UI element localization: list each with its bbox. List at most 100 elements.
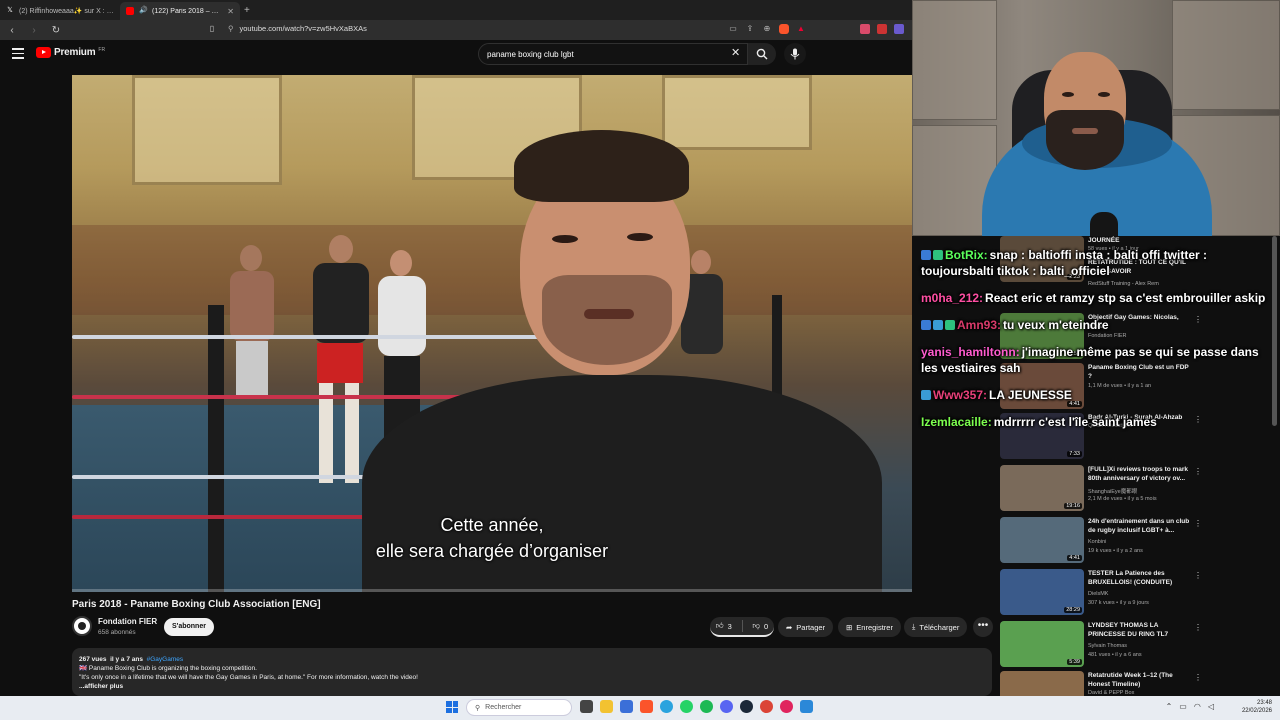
- brave-shield-icon[interactable]: [779, 24, 789, 34]
- more-actions-button[interactable]: •••: [973, 617, 993, 637]
- recommendation-title[interactable]: Retatrutide Week 1–12 (The Honest Timeli…: [1088, 671, 1193, 689]
- rewards-icon[interactable]: ▲: [796, 24, 806, 34]
- recommendation-title[interactable]: JOURNÉE: [1088, 236, 1193, 245]
- network-icon[interactable]: ▭: [1179, 702, 1187, 711]
- chat-badge-icon: [921, 250, 931, 260]
- video-thumbnail[interactable]: 5:39: [1000, 621, 1084, 667]
- chevron-up-icon[interactable]: ⌃: [1166, 702, 1173, 711]
- chat-message: BotRix: snap : baltioffi insta : balti of…: [918, 247, 1268, 279]
- channel-avatar[interactable]: [72, 616, 92, 636]
- task-view-icon[interactable]: [580, 700, 593, 713]
- browser-tab-active[interactable]: 🔊 (122) Paris 2018 – Paname Bo ✕: [120, 2, 240, 20]
- search-query: paname boxing club lgbt: [487, 49, 574, 59]
- volume-icon[interactable]: ◁: [1208, 702, 1214, 711]
- streamer-eye: [1062, 92, 1074, 97]
- hamburger-menu-icon[interactable]: [12, 48, 24, 60]
- site-info-icon[interactable]: ⚲: [228, 24, 234, 33]
- folder-icon[interactable]: [620, 700, 633, 713]
- share-label: Partager: [796, 622, 826, 632]
- recommendation-title[interactable]: TESTER La Patience des BRUXELLOIS! (COND…: [1088, 569, 1193, 587]
- steam-icon[interactable]: [740, 700, 753, 713]
- sidebar-scrollbar[interactable]: [1272, 236, 1277, 426]
- forward-button[interactable]: ›: [28, 25, 40, 36]
- video-thumbnail[interactable]: 4:41: [1000, 517, 1084, 563]
- reload-button[interactable]: ↻: [50, 25, 62, 36]
- speaker-icon[interactable]: 🔊: [139, 7, 148, 15]
- recommendation-channel: ShanghaiEye魔都眼: [1088, 489, 1138, 495]
- back-button[interactable]: ‹: [6, 25, 18, 36]
- show-more-link[interactable]: ...afficher plus: [79, 682, 985, 691]
- like-button[interactable]: 👍︎ 3: [710, 621, 738, 631]
- system-clock[interactable]: 23:48 22/02/2026: [1242, 699, 1272, 715]
- youtube-logo[interactable]: Premium FR: [36, 47, 105, 58]
- share-icon[interactable]: ⇪: [745, 24, 755, 34]
- recommendation-channel: Konbini: [1088, 539, 1107, 545]
- spotify-icon[interactable]: [700, 700, 713, 713]
- record-app-icon[interactable]: [780, 700, 793, 713]
- download-button[interactable]: ⤓ Télécharger: [904, 617, 968, 637]
- progress-bar[interactable]: [72, 589, 912, 592]
- save-button[interactable]: ⊞ Enregistrer: [838, 617, 901, 637]
- description-box[interactable]: 267 vues il y a 7 ans #GayGames 🇬🇧 Panam…: [72, 648, 992, 696]
- chat-username: yanis_hamiltonn:: [921, 345, 1020, 359]
- zoom-icon[interactable]: ⊕: [762, 24, 772, 34]
- speaker-hair: [514, 130, 689, 202]
- taskbar-search[interactable]: ⚲ Rechercher: [466, 699, 572, 716]
- search-button[interactable]: [748, 43, 776, 65]
- close-tab-icon[interactable]: ✕: [227, 7, 234, 16]
- extension-icon[interactable]: [860, 24, 870, 34]
- taskbar-search-placeholder: Rechercher: [485, 704, 522, 711]
- chat-badge-icon: [933, 250, 943, 260]
- extension-icon[interactable]: [877, 24, 887, 34]
- app-icon[interactable]: [800, 700, 813, 713]
- file-explorer-icon[interactable]: [600, 700, 613, 713]
- duration-badge: 4:41: [1067, 555, 1082, 561]
- chat-badge-icon: [933, 320, 943, 330]
- new-tab-button[interactable]: +: [244, 2, 250, 20]
- voice-search-button[interactable]: [784, 43, 806, 65]
- windows-start-icon[interactable]: [446, 701, 458, 713]
- item-menu-icon[interactable]: ⋮: [1194, 467, 1202, 476]
- video-thumbnail[interactable]: 19:16: [1000, 465, 1084, 511]
- chrome-icon[interactable]: [760, 700, 773, 713]
- item-menu-icon[interactable]: ⋮: [1194, 623, 1202, 632]
- video-thumbnail[interactable]: 28:29: [1000, 569, 1084, 615]
- address-field[interactable]: ⚲ youtube.com/watch?v=zw5HvXaBXAs: [228, 24, 367, 33]
- recommendation-item[interactable]: 28:29 TESTER La Patience des BRUXELLOIS!…: [1000, 569, 1270, 615]
- bookmark-icon[interactable]: ▯: [206, 24, 218, 33]
- recommendation-title[interactable]: 24h d'entrainement dans un club de rugby…: [1088, 517, 1193, 535]
- extension-icon[interactable]: [894, 24, 904, 34]
- dislike-button[interactable]: 👎︎ 0: [747, 621, 775, 631]
- item-menu-icon[interactable]: ⋮: [1194, 571, 1202, 580]
- share-button[interactable]: ➦ Partager: [778, 617, 834, 637]
- search-input[interactable]: paname boxing club lgbt: [478, 43, 748, 65]
- recommendation-title[interactable]: [FULL]Xi reviews troops to mark 80th ann…: [1088, 465, 1193, 483]
- recommendation-item[interactable]: Retatrutide Week 1–12 (The Honest Timeli…: [1000, 671, 1270, 696]
- thumbs-down-icon: 👎︎: [752, 621, 760, 630]
- recommendation-item[interactable]: 19:16 [FULL]Xi reviews troops to mark 80…: [1000, 465, 1270, 511]
- recommendation-item[interactable]: 4:41 24h d'entrainement dans un club de …: [1000, 517, 1270, 563]
- hashtag-link[interactable]: #GayGames: [147, 656, 184, 663]
- channel-name[interactable]: Fondation FIER: [98, 617, 157, 626]
- chat-message: m0ha_212: React eric et ramzy stp sa c'es…: [918, 290, 1268, 306]
- search-icon: ⚲: [475, 704, 481, 712]
- item-menu-icon[interactable]: ⋮: [1194, 673, 1202, 682]
- discord-icon[interactable]: [720, 700, 733, 713]
- tab-title: (2) Riffinhoweaaa✨ sur X : "Tu mariv: [19, 8, 114, 15]
- brave-browser-icon[interactable]: [640, 700, 653, 713]
- clear-search-icon[interactable]: ✕: [731, 46, 740, 59]
- item-menu-icon[interactable]: ⋮: [1194, 519, 1202, 528]
- recommendation-title[interactable]: LYNDSEY THOMAS LA PRINCESSE DU RING TL7: [1088, 621, 1193, 639]
- telegram-icon[interactable]: [660, 700, 673, 713]
- browser-tab[interactable]: 𝕏 (2) Riffinhoweaaa✨ sur X : "Tu mariv: [0, 2, 120, 20]
- streamer-eye: [1098, 92, 1110, 97]
- search-icon: [756, 48, 768, 60]
- video-player[interactable]: Cette année, elle sera chargée d’organis…: [72, 75, 912, 592]
- cast-icon[interactable]: ▭: [728, 24, 738, 34]
- recommendation-item[interactable]: 5:39 LYNDSEY THOMAS LA PRINCESSE DU RING…: [1000, 621, 1270, 667]
- whatsapp-icon[interactable]: [680, 700, 693, 713]
- boxer-figure: [222, 245, 282, 395]
- subscribe-button[interactable]: S'abonner: [164, 618, 214, 636]
- wifi-icon[interactable]: ◠: [1194, 702, 1201, 711]
- video-thumbnail[interactable]: [1000, 671, 1084, 696]
